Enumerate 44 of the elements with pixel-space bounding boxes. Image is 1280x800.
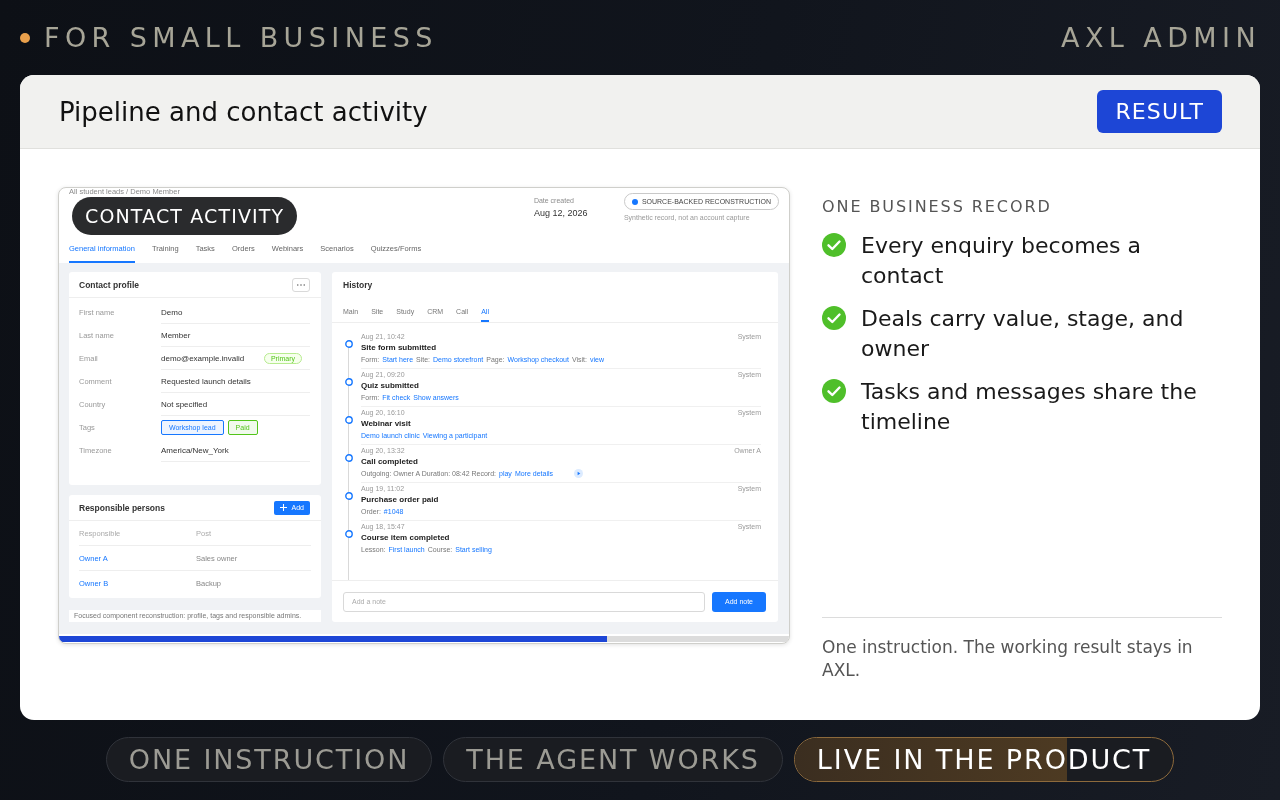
panel-title: Responsible persons (79, 502, 165, 513)
panel-title: Contact profile (79, 279, 139, 290)
panel-title: History (343, 280, 373, 290)
timeline-node-icon (345, 530, 353, 538)
event-title: Call completed (361, 456, 419, 468)
field-value: Requested launch details (161, 376, 251, 386)
timeline-node-icon (345, 492, 353, 500)
step-tab[interactable]: ONE INSTRUCTION (105, 737, 433, 782)
timeline-node-icon (345, 454, 353, 462)
overlay-label: CONTACT ACTIVITY (72, 197, 298, 235)
field-value: demo@example.invalid (161, 353, 245, 363)
check-icon (822, 233, 846, 257)
tagline: FOR SMALL BUSINESS (44, 21, 438, 54)
point-text: Deals carry value, stage, and owner (861, 305, 1185, 363)
event-title: Purchase order paid (361, 494, 440, 506)
point-text: Tasks and messages share the timeline (861, 378, 1198, 436)
timeline-node-icon (345, 378, 353, 386)
timeline-node-icon (345, 416, 353, 424)
brand-name: AXL ADMIN (1061, 21, 1261, 54)
field-value: Demo (161, 307, 183, 317)
event-title: Quiz submitted (361, 380, 420, 392)
card-title: Pipeline and contact activity (59, 96, 428, 127)
check-icon (822, 306, 846, 330)
check-icon (822, 379, 846, 403)
event-title: Webinar visit (361, 418, 412, 430)
field-value: America/New_York (161, 445, 229, 455)
footer-text: One instruction. The working result stays in AXL. (822, 636, 1194, 682)
result-button[interactable]: RESULT (1097, 90, 1222, 133)
more-button[interactable] (292, 277, 310, 292)
plus-icon (279, 504, 287, 511)
field-value: Not specified (161, 399, 208, 409)
field-value: Member (161, 330, 191, 340)
play-icon[interactable] (574, 469, 583, 478)
section-heading: ONE BUSINESS RECORD (822, 197, 1053, 217)
more-icon (297, 283, 305, 286)
timeline-node-icon (345, 340, 353, 348)
point-text: Every enquiry becomes a contact (861, 232, 1143, 290)
date-value: Aug 12, 2026 (533, 208, 588, 218)
event-title: Site form submitted (361, 342, 438, 354)
step-tab[interactable]: LIVE IN THE PRODUCT (793, 737, 1175, 782)
status-dot-icon (631, 198, 638, 205)
dot-icon (20, 32, 30, 43)
step-tab[interactable]: THE AGENT WORKS (443, 737, 783, 782)
event-title: Course item completed (361, 532, 451, 544)
